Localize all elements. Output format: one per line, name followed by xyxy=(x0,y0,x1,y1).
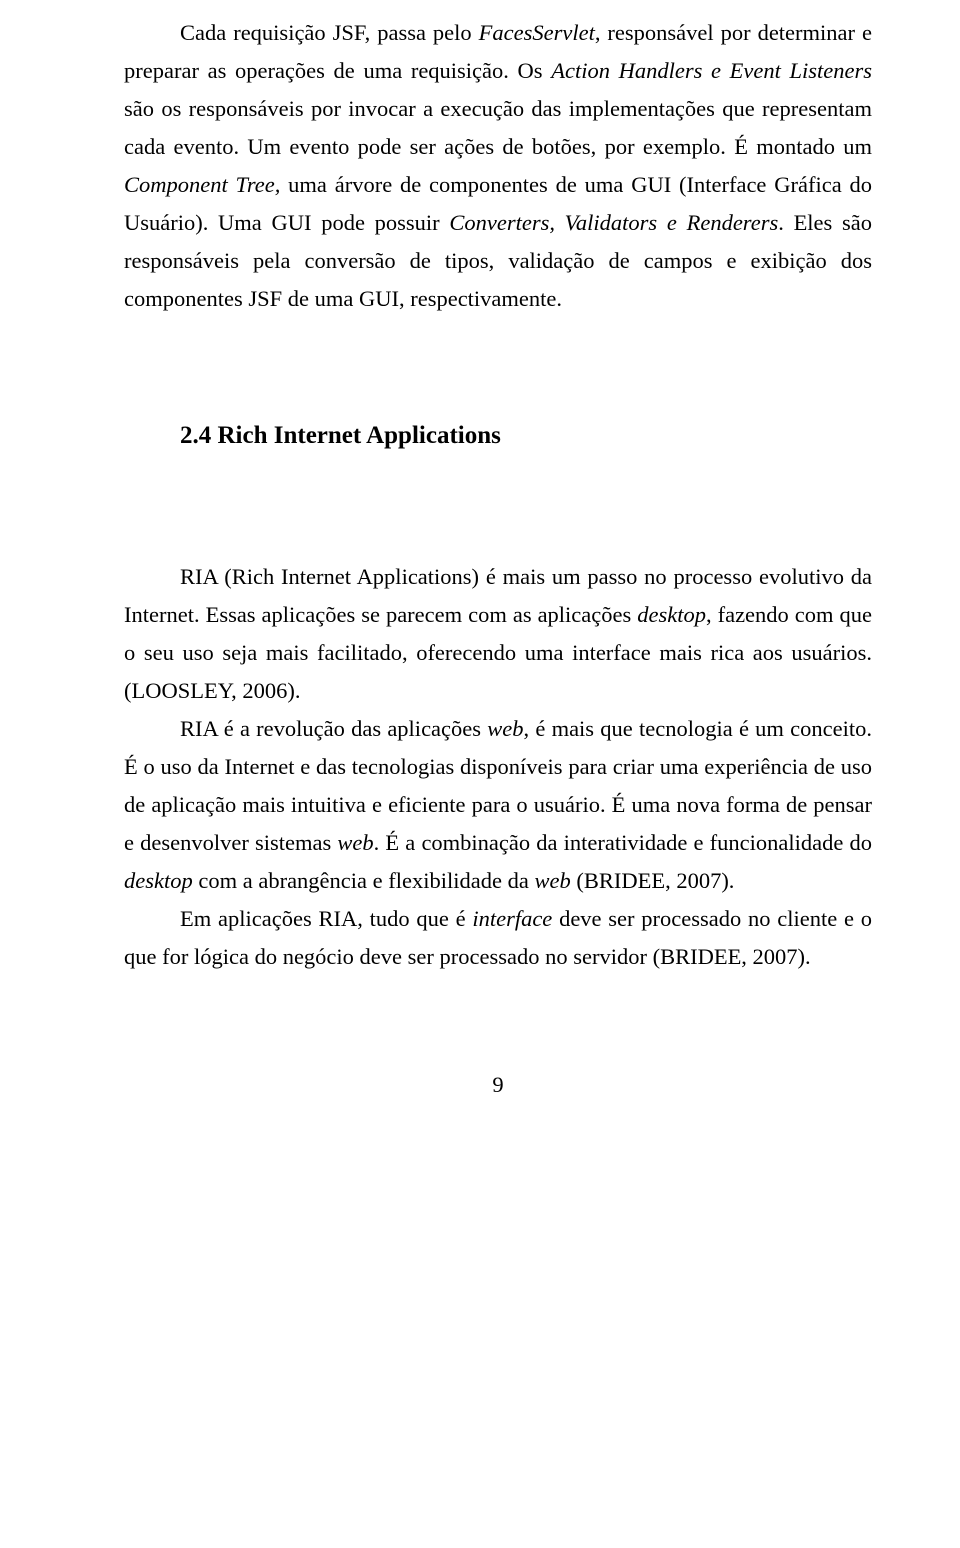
document-page: Cada requisição JSF, passa pelo FacesSer… xyxy=(0,0,960,1138)
italic-run: web xyxy=(534,868,570,893)
paragraph-3: RIA é a revolução das aplicações web, é … xyxy=(124,710,872,900)
text-run: . É a combinação da interatividade e fun… xyxy=(374,830,872,855)
italic-run: Component Tree, xyxy=(124,172,280,197)
section-heading: 2.4 Rich Internet Applications xyxy=(180,422,872,450)
italic-run: interface xyxy=(472,906,552,931)
italic-run: Action Handlers e Event Listeners xyxy=(551,58,872,83)
page-number: 9 xyxy=(124,1072,872,1098)
text-run: RIA é a revolução das aplicações xyxy=(180,716,487,741)
text-run: com a abrangência e flexibilidade da xyxy=(193,868,535,893)
italic-run: web xyxy=(337,830,373,855)
paragraph-2: RIA (Rich Internet Applications) é mais … xyxy=(124,558,872,710)
paragraph-1: Cada requisição JSF, passa pelo FacesSer… xyxy=(124,14,872,318)
text-run: (BRIDEE, 2007). xyxy=(571,868,735,893)
italic-run: FacesServlet xyxy=(479,20,595,45)
italic-run: web xyxy=(487,716,523,741)
italic-run: desktop xyxy=(124,868,193,893)
italic-run: desktop xyxy=(637,602,706,627)
text-run: Em aplicações RIA, tudo que é xyxy=(180,906,472,931)
paragraph-4: Em aplicações RIA, tudo que é interface … xyxy=(124,900,872,976)
text-run: são os responsáveis por invocar a execuç… xyxy=(124,96,872,159)
italic-run: Converters, Validators e Renderers xyxy=(449,210,778,235)
text-run: Cada requisição JSF, passa pelo xyxy=(180,20,479,45)
